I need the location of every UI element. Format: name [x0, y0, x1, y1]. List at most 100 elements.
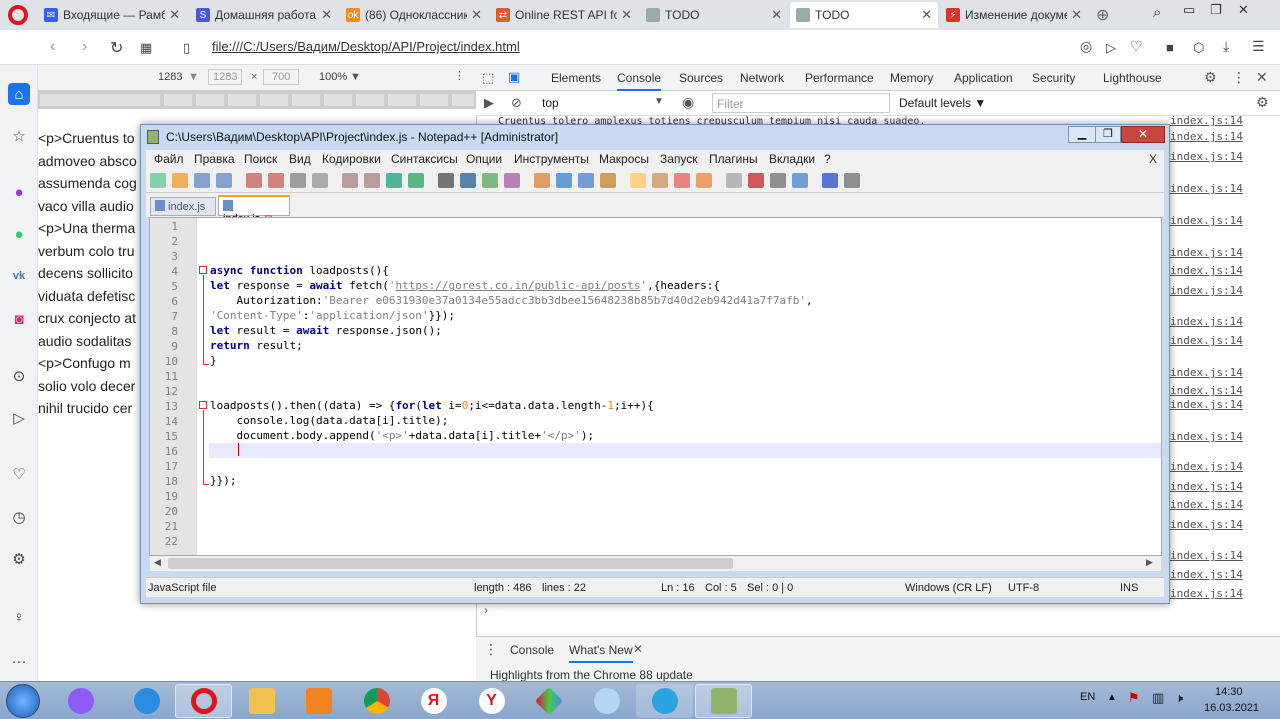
toolbar-button-icon[interactable] — [556, 173, 572, 188]
toolbar-button-icon[interactable] — [172, 173, 188, 188]
console-source-link[interactable]: index.js:14 — [1170, 398, 1243, 411]
clock-date[interactable]: 16.03.2021 — [1204, 702, 1259, 714]
context-select[interactable]: top — [542, 96, 559, 110]
toolbar-button-icon[interactable] — [822, 173, 838, 188]
device-menu-icon[interactable]: ⋮ — [454, 69, 465, 82]
toolbar-button-icon[interactable] — [674, 173, 690, 188]
np-menu-8[interactable]: Макросы — [599, 152, 649, 166]
eye-icon[interactable]: ◉ — [682, 94, 694, 111]
bookmarks-heart-icon[interactable]: ♡ — [8, 463, 30, 485]
toolbar-button-icon[interactable] — [386, 173, 402, 188]
np-close-icon[interactable]: ✕ — [1121, 126, 1165, 143]
np-menu-5[interactable]: Синтаксисы — [391, 152, 458, 166]
horizontal-scrollbar[interactable]: ◀ ▶ — [150, 556, 1161, 571]
start-button[interactable] — [6, 684, 40, 718]
console-source-link[interactable]: index.js:14 — [1170, 587, 1243, 600]
console-source-link[interactable]: index.js:14 — [1170, 430, 1243, 443]
sidebar-toggle-icon[interactable]: ▶ — [484, 95, 494, 111]
settings-icon[interactable]: ⚙ — [8, 548, 30, 570]
np-menu-7[interactable]: Инструменты — [514, 152, 589, 166]
device-toggle-icon[interactable]: ▣ — [508, 69, 520, 85]
np-menu-10[interactable]: Плагины — [709, 152, 758, 166]
taskbar-media-icon[interactable] — [290, 684, 347, 718]
devtools-tab-elements[interactable]: Elements — [551, 71, 601, 85]
taskbar-yandex-icon[interactable]: Я — [405, 684, 462, 718]
toolbar-button-icon[interactable] — [534, 173, 550, 188]
taskbar-opera-icon[interactable] — [175, 684, 232, 718]
language-indicator[interactable]: EN — [1080, 691, 1095, 703]
toolbar-button-icon[interactable] — [600, 173, 616, 188]
np-tab-index-js-2[interactable]: index.js⊠ — [218, 195, 290, 225]
inspect-icon[interactable]: ⬚ — [482, 70, 494, 86]
np-menu-12[interactable]: ? — [824, 152, 831, 166]
taskbar-yandex-browser-icon[interactable]: Y — [463, 684, 520, 718]
console-source-link[interactable]: index.js:14 — [1170, 518, 1243, 531]
browser-tab-3[interactable]: ⇄ Online REST API for ✕ — [490, 2, 638, 28]
taskbar-ie-icon[interactable] — [118, 684, 175, 718]
browser-tab-1[interactable]: S Домашняя работа ✕ — [190, 2, 338, 28]
np-maximize-icon[interactable]: ❐ — [1095, 126, 1121, 143]
menu-icon[interactable]: ☰ — [1252, 38, 1265, 55]
toolbar-button-icon[interactable] — [726, 173, 742, 188]
toolbar-button-icon[interactable] — [408, 173, 424, 188]
tray-volume-icon[interactable]: 🕨 — [1175, 690, 1183, 706]
devtools-tab-lighthouse[interactable]: Lighthouse — [1103, 71, 1162, 85]
browser-tab-0[interactable]: ✉ Входящие — Рамблер✕ — [38, 2, 186, 28]
np-menu-4[interactable]: Кодировки — [322, 152, 381, 166]
console-source-link[interactable]: index.js:14 — [1170, 264, 1243, 277]
toolbar-button-icon[interactable] — [748, 173, 764, 188]
toolbar-button-icon[interactable] — [438, 173, 454, 188]
browser-tab-4[interactable]: TODO ✕ — [640, 2, 788, 28]
tab-close-icon[interactable]: ✕ — [771, 7, 782, 23]
console-source-link[interactable]: index.js:14 — [1170, 246, 1243, 259]
console-source-link[interactable]: index.js:14 — [1170, 214, 1243, 227]
devtools-tab-memory[interactable]: Memory — [890, 71, 933, 85]
np-menu-6[interactable]: Опции — [466, 152, 502, 166]
log-levels-select[interactable]: Default levels ▼ — [899, 96, 986, 110]
console-source-link[interactable]: index.js:14 — [1170, 366, 1243, 379]
restore-icon[interactable]: ❐ — [1210, 2, 1222, 18]
devtools-tab-console[interactable]: Console — [617, 71, 662, 91]
tray-network-icon[interactable]: ▥ — [1152, 690, 1164, 706]
player-icon[interactable]: ⊙ — [8, 365, 30, 387]
taskbar-alice-icon[interactable] — [52, 684, 109, 718]
devtools-menu-icon[interactable]: ⋮ — [1232, 69, 1246, 86]
toolbar-button-icon[interactable] — [268, 173, 284, 188]
np-menu-11[interactable]: Вкладки — [769, 152, 815, 166]
tab-close-icon[interactable]: ✕ — [169, 7, 180, 23]
console-source-link[interactable]: index.js:14 — [1170, 150, 1243, 163]
forward-icon[interactable]: › — [82, 38, 87, 56]
devtools-tab-network[interactable]: Network — [740, 71, 784, 85]
devtools-close-icon[interactable]: ✕ — [1256, 69, 1268, 86]
taskbar-chrome-icon[interactable] — [348, 684, 405, 718]
tips-icon[interactable]: ♀ — [8, 606, 30, 628]
messenger-icon[interactable]: ● — [8, 181, 30, 203]
zoom-dropdown-icon[interactable]: ▼ — [350, 71, 361, 83]
toolbar-button-icon[interactable] — [312, 173, 328, 188]
tab-close-icon[interactable]: ✕ — [471, 7, 482, 23]
toolbar-button-icon[interactable] — [290, 173, 306, 188]
download-icon[interactable]: ⤓ — [1223, 38, 1229, 55]
toolbar-button-icon[interactable] — [150, 173, 166, 188]
console-source-link[interactable]: index.js:14 — [1170, 315, 1243, 328]
drawer-tab-whats-new[interactable]: What's New — [569, 643, 633, 663]
snapshot-icon[interactable]: ■ — [1166, 40, 1174, 55]
browser-tab-2[interactable]: ok (86) Одноклассники ✕ — [340, 2, 488, 28]
fold-marker-icon[interactable] — [199, 401, 207, 409]
tab-close-icon[interactable]: ✕ — [921, 7, 932, 23]
cube-icon[interactable]: ⬡ — [1193, 40, 1204, 56]
toolbar-button-icon[interactable] — [504, 173, 520, 188]
console-source-link[interactable]: index.js:14 — [1170, 334, 1243, 347]
console-source-link[interactable]: index.js:14 — [1170, 480, 1243, 493]
console-settings-icon[interactable]: ⚙ — [1256, 94, 1269, 111]
whatsapp-icon[interactable]: ● — [8, 223, 30, 245]
toolbar-button-icon[interactable] — [342, 173, 358, 188]
console-source-link[interactable]: index.js:14 — [1170, 130, 1243, 143]
taskbar-paint-icon[interactable] — [578, 684, 635, 718]
scroll-right-icon[interactable]: ▶ — [1146, 557, 1153, 568]
devtools-settings-icon[interactable]: ⚙ — [1204, 69, 1217, 86]
np-minimize-icon[interactable]: ▁ — [1068, 126, 1096, 143]
opera-logo-icon[interactable] — [8, 5, 28, 25]
np-close-doc-icon[interactable]: X — [1149, 152, 1157, 166]
console-filter-input[interactable]: Filter — [712, 93, 890, 113]
